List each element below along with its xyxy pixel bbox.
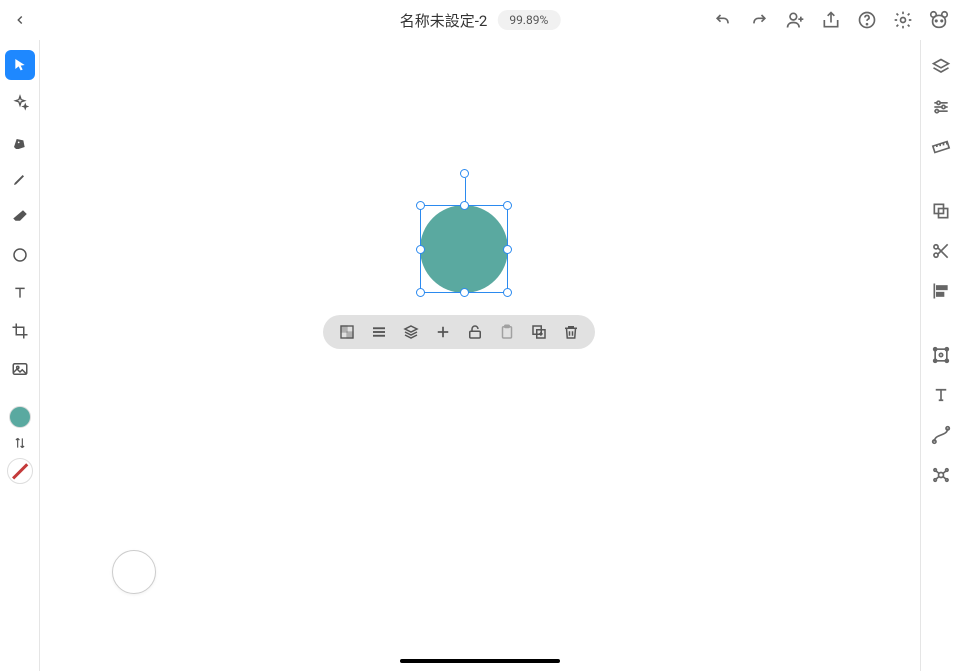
text-t-icon [12, 285, 28, 301]
canvas[interactable] [40, 40, 920, 671]
ruler-grid-icon [931, 137, 951, 157]
ctx-linestyle-button[interactable] [367, 320, 391, 344]
ctx-duplicate-button[interactable] [527, 320, 551, 344]
crop-tool[interactable] [5, 316, 35, 346]
scissors-icon [931, 241, 951, 261]
title-group: 名称未設定-2 99.89% [400, 10, 561, 31]
fill-color-swatch[interactable] [9, 406, 31, 428]
redo-button[interactable] [746, 7, 772, 33]
handle-s[interactable] [460, 288, 469, 297]
list-lines-icon [370, 323, 388, 341]
home-indicator [400, 659, 560, 663]
layer-stack-icon [402, 323, 420, 341]
ctx-delete-button[interactable] [559, 320, 583, 344]
boolean-panel-button[interactable] [926, 196, 956, 226]
stroke-color-swatch[interactable] [7, 458, 33, 484]
align-panel-button[interactable] [926, 276, 956, 306]
context-toolbar [323, 315, 595, 349]
settings-gear-icon [893, 10, 913, 30]
image-tool[interactable] [5, 354, 35, 384]
bounding-box-icon [931, 345, 951, 365]
path-curve-icon [931, 425, 951, 445]
text-tool[interactable] [5, 278, 35, 308]
selection-bounding-box[interactable] [420, 205, 508, 293]
eraser-icon [11, 208, 29, 226]
handle-nw[interactable] [416, 201, 425, 210]
shape-tool[interactable] [5, 240, 35, 270]
rotation-handle[interactable] [460, 169, 469, 178]
ctx-arrange-button[interactable] [399, 320, 423, 344]
cog-network-icon [931, 465, 951, 485]
path-panel-button[interactable] [926, 420, 956, 450]
stroke-line-icon [12, 463, 28, 479]
align-left-icon [931, 281, 951, 301]
pencil-tool[interactable] [5, 164, 35, 194]
sparkle-icon [11, 94, 29, 112]
transform-panel-button[interactable] [926, 340, 956, 370]
duplicate-icon [530, 323, 548, 341]
help-icon [857, 10, 877, 30]
pen-nib-icon [12, 133, 28, 149]
circle-outline-icon [11, 246, 29, 264]
document-title[interactable]: 名称未設定-2 [400, 10, 488, 31]
image-icon [11, 360, 29, 378]
top-right-actions [710, 0, 952, 40]
cut-panel-button[interactable] [926, 236, 956, 266]
layers-panel-button[interactable] [926, 52, 956, 82]
ctx-clipboard-button[interactable] [495, 320, 519, 344]
sliders-icon [931, 97, 951, 117]
plus-icon [434, 323, 452, 341]
bear-mascot-icon [928, 9, 950, 31]
left-toolbar [0, 40, 40, 671]
mascot-button[interactable] [926, 7, 952, 33]
handle-n[interactable] [460, 201, 469, 210]
swap-colors-button[interactable] [11, 434, 29, 452]
handle-sw[interactable] [416, 288, 425, 297]
ctx-opacity-button[interactable] [335, 320, 359, 344]
zoom-level[interactable]: 99.89% [497, 10, 560, 30]
settings-button[interactable] [890, 7, 916, 33]
overlap-shapes-icon [931, 201, 951, 221]
back-button[interactable] [0, 0, 40, 40]
ctx-add-button[interactable] [431, 320, 455, 344]
clipboard-disabled-icon [498, 323, 516, 341]
undo-button[interactable] [710, 7, 736, 33]
handle-ne[interactable] [503, 201, 512, 210]
chevron-left-icon [13, 13, 27, 27]
redo-icon [749, 10, 769, 30]
layers-icon [931, 57, 951, 77]
add-user-button[interactable] [782, 7, 808, 33]
ruler-panel-button[interactable] [926, 132, 956, 162]
crop-icon [11, 322, 29, 340]
handle-e[interactable] [503, 245, 512, 254]
select-tool[interactable] [5, 50, 35, 80]
effects-panel-button[interactable] [926, 460, 956, 490]
unlock-icon [466, 323, 484, 341]
eraser-tool[interactable] [5, 202, 35, 232]
cursor-icon [12, 57, 28, 73]
text-panel-button[interactable] [926, 380, 956, 410]
swap-vert-icon [13, 436, 27, 450]
handle-w[interactable] [416, 245, 425, 254]
top-bar: 名称未設定-2 99.89% [0, 0, 960, 40]
adjust-panel-button[interactable] [926, 92, 956, 122]
floating-action-circle[interactable] [112, 550, 156, 594]
pen-tool[interactable] [5, 126, 35, 156]
magic-tool[interactable] [5, 88, 35, 118]
add-user-icon [785, 10, 805, 30]
share-button[interactable] [818, 7, 844, 33]
help-button[interactable] [854, 7, 880, 33]
transparency-grid-icon [338, 323, 356, 341]
right-panel [920, 40, 960, 671]
pencil-icon [12, 171, 28, 187]
ctx-lock-button[interactable] [463, 320, 487, 344]
text-t-icon [932, 386, 950, 404]
trash-icon [562, 323, 580, 341]
undo-icon [713, 10, 733, 30]
handle-se[interactable] [503, 288, 512, 297]
share-icon [821, 10, 841, 30]
